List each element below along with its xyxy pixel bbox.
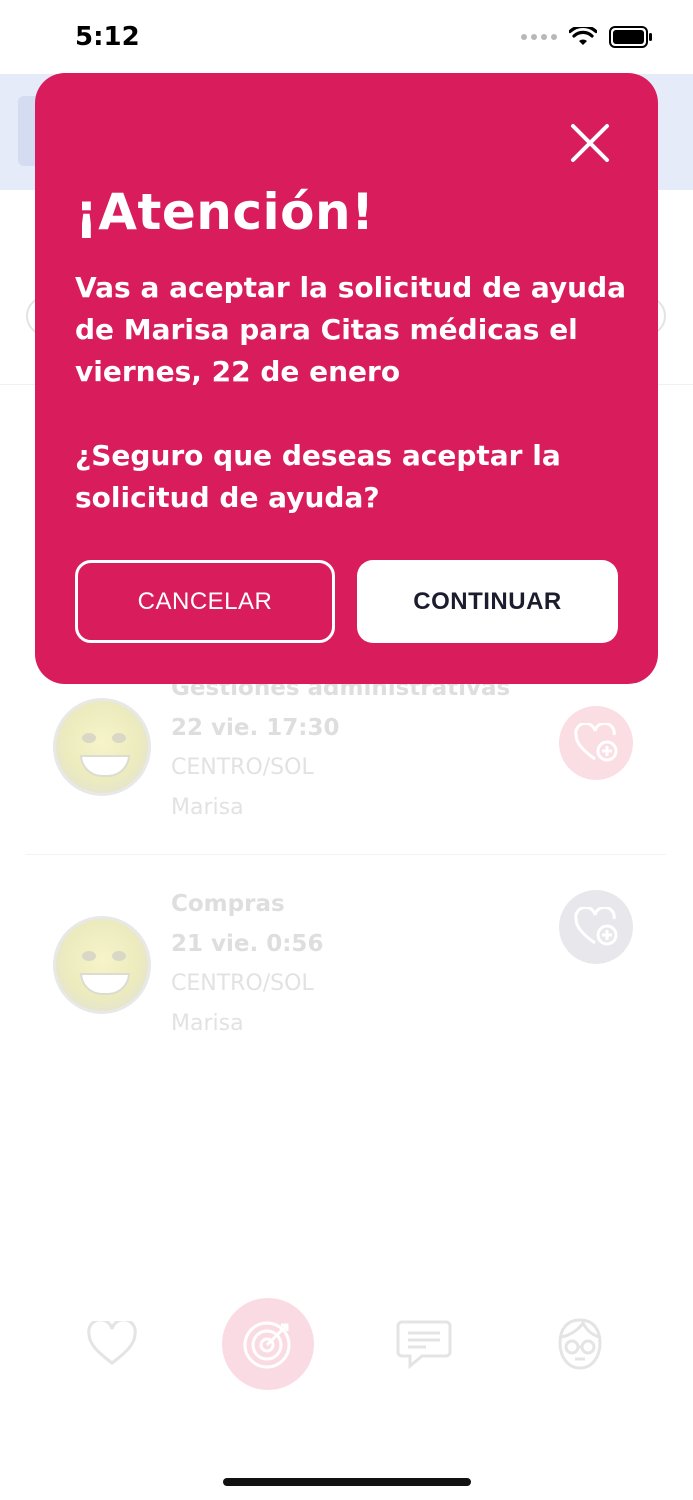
- chat-icon: [396, 1320, 452, 1370]
- heart-plus-icon: [574, 907, 618, 946]
- target-icon: [243, 1321, 291, 1369]
- heart-icon: [87, 1321, 137, 1365]
- status-time: 5:12: [75, 22, 140, 52]
- close-icon: [571, 124, 609, 162]
- tab-bar: [0, 1298, 693, 1390]
- dialog-message: Vas a aceptar la solicitud de ayuda de M…: [75, 271, 627, 388]
- request-zone: CENTRO/SOL: [171, 971, 314, 996]
- close-button[interactable]: [568, 121, 612, 165]
- battery-icon: [609, 26, 652, 48]
- accept-request-button[interactable]: [559, 890, 633, 964]
- cellular-signal-icon: [521, 34, 557, 40]
- home-indicator[interactable]: [223, 1478, 471, 1486]
- request-details: Compras 21 vie. 0:56 CENTRO/SOL Marisa: [171, 884, 323, 1044]
- continue-button[interactable]: CONTINUAR: [357, 560, 618, 643]
- heart-plus-icon: [574, 723, 618, 762]
- wifi-icon: [569, 27, 597, 45]
- request-datetime: 22 vie. 17:30: [171, 715, 340, 741]
- status-bar: 5:12: [0, 0, 693, 74]
- avatar: [53, 916, 151, 1014]
- request-details: Gestiones administrativas 22 vie. 17:30 …: [171, 668, 510, 828]
- request-datetime: 21 vie. 0:56: [171, 931, 324, 957]
- confirmation-dialog: ¡Atención! Vas a aceptar la solicitud de…: [35, 73, 658, 684]
- accept-request-button[interactable]: [559, 706, 633, 780]
- tab-requests[interactable]: [222, 1298, 314, 1390]
- status-icons: [521, 26, 653, 48]
- request-zone: CENTRO/SOL: [171, 755, 314, 780]
- avatar: [53, 698, 151, 796]
- tab-profile[interactable]: [534, 1298, 626, 1390]
- avatar-glasses-icon: [558, 1318, 602, 1370]
- request-user: Marisa: [171, 795, 244, 820]
- tab-favorites[interactable]: [66, 1298, 158, 1390]
- list-item[interactable]: Compras 21 vie. 0:56 CENTRO/SOL Marisa: [0, 890, 693, 1060]
- cancel-button[interactable]: CANCELAR: [75, 560, 335, 643]
- request-category: Compras: [171, 891, 285, 917]
- divider: [26, 854, 666, 855]
- dialog-question: ¿Seguro que deseas aceptar la solicitud …: [75, 439, 561, 514]
- tab-messages[interactable]: [378, 1298, 470, 1390]
- dialog-title: ¡Atención!: [75, 183, 375, 241]
- dialog-body: Vas a aceptar la solicitud de ayuda de M…: [75, 267, 635, 519]
- list-item[interactable]: Gestiones administrativas 22 vie. 17:30 …: [0, 672, 693, 842]
- request-user: Marisa: [171, 1011, 244, 1036]
